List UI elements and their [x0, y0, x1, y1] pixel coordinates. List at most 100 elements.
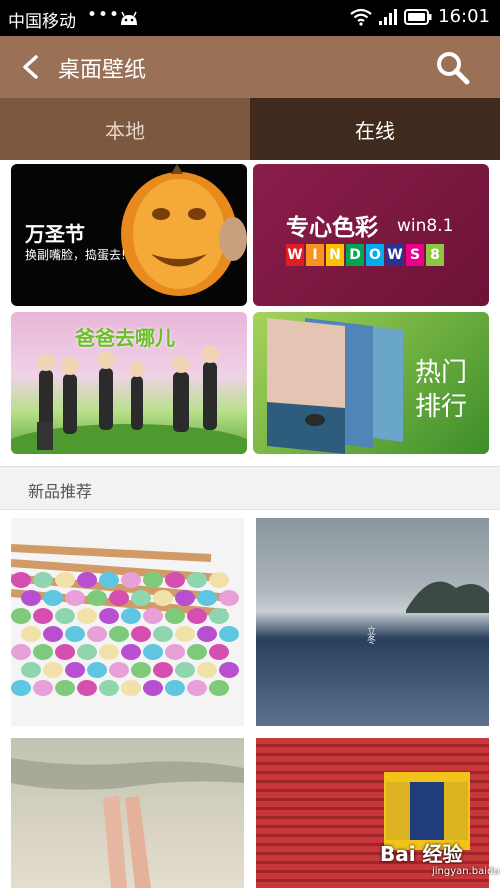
match-head [131, 626, 151, 642]
match-head [43, 662, 63, 678]
match-head [55, 608, 75, 624]
status-icons: 16:01 [350, 6, 490, 27]
match-head [43, 626, 63, 642]
match-head [187, 572, 207, 588]
android-icon [121, 11, 137, 25]
match-head [143, 680, 163, 696]
match-head [121, 680, 141, 696]
cell-signal-icon [379, 8, 398, 25]
match-head [55, 680, 75, 696]
match-head [165, 572, 185, 588]
winter-landscape [406, 581, 489, 613]
match-head [209, 572, 229, 588]
match-head [219, 590, 239, 606]
hot-line1: 热门 [415, 358, 468, 388]
tab-online[interactable]: 在线 [250, 98, 500, 160]
section-divider [0, 456, 500, 466]
match-head [165, 644, 185, 660]
match-head [153, 662, 173, 678]
windows-letter-row: WINDOWS8 [286, 244, 444, 266]
match-head [99, 572, 119, 588]
match-head [187, 644, 207, 660]
wallpaper-water[interactable] [11, 738, 244, 888]
match-head [21, 626, 41, 642]
match-head [11, 608, 31, 624]
match-head [197, 662, 217, 678]
match-head [197, 590, 217, 606]
match-head [209, 680, 229, 696]
wallpaper-winter[interactable]: 立冬 [256, 518, 489, 726]
windows-letter-tile: I [306, 244, 324, 266]
carrier-label: 中国移动 [8, 12, 76, 32]
banner-dad[interactable]: 爸爸去哪儿 [11, 312, 247, 454]
match-head [33, 572, 53, 588]
windows-letter-tile: N [326, 244, 344, 266]
halloween-subtitle: 换副嘴脸，捣蛋去! [25, 248, 126, 262]
section-title: 新品推荐 [28, 482, 93, 501]
match-head [65, 662, 85, 678]
banner-hot[interactable]: 热门 排行 [253, 312, 489, 454]
match-head [187, 608, 207, 624]
match-head [197, 626, 217, 642]
search-icon[interactable] [434, 49, 472, 87]
wallpaper-matches[interactable] [11, 518, 244, 726]
clock: 16:01 [438, 6, 490, 27]
match-head [131, 590, 151, 606]
match-head [165, 680, 185, 696]
match-head [187, 680, 207, 696]
match-head [77, 572, 97, 588]
tab-local[interactable]: 本地 [0, 98, 250, 160]
water-legs-image [11, 758, 244, 888]
match-head [121, 608, 141, 624]
match-head [65, 626, 85, 642]
page-title: 桌面壁纸 [58, 58, 147, 83]
baidu-watermark-url: jingyan.baidu.com [432, 866, 500, 877]
match-head [131, 662, 151, 678]
match-head [99, 608, 119, 624]
match-head [109, 590, 129, 606]
match-head [165, 608, 185, 624]
match-head [109, 626, 129, 642]
match-head [209, 644, 229, 660]
match-head [11, 680, 31, 696]
match-head [153, 590, 173, 606]
match-head [21, 662, 41, 678]
section-header: 新品推荐 [0, 466, 500, 510]
match-head [87, 626, 107, 642]
match-head [11, 644, 31, 660]
match-head [175, 626, 195, 642]
back-arrow-icon[interactable] [20, 54, 40, 80]
match-head [55, 644, 75, 660]
match-head [219, 626, 239, 642]
winter-caption: 立冬 [365, 626, 375, 644]
match-head [143, 572, 163, 588]
match-head [77, 608, 97, 624]
match-head [43, 590, 63, 606]
match-head [153, 626, 173, 642]
windows-letter-tile: 8 [426, 244, 444, 266]
matches-image [11, 544, 239, 696]
match-head [175, 662, 195, 678]
match-head [143, 608, 163, 624]
match-head [99, 680, 119, 696]
wifi-icon [350, 8, 372, 26]
match-head [77, 644, 97, 660]
match-head [121, 644, 141, 660]
banner-halloween[interactable]: 万圣节 换副嘴脸，捣蛋去! [11, 164, 247, 306]
hot-line2: 排行 [415, 392, 468, 422]
baidu-watermark: Bai 经验 [380, 842, 463, 866]
match-head [33, 680, 53, 696]
match-head [175, 590, 195, 606]
banner-colors[interactable]: 专心色彩 win8.1 WINDOWS8 [253, 164, 489, 306]
halloween-title: 万圣节 [25, 222, 85, 246]
match-head [99, 644, 119, 660]
match-head [143, 644, 163, 660]
match-head [121, 572, 141, 588]
match-head [33, 644, 53, 660]
match-head [65, 590, 85, 606]
match-head [209, 608, 229, 624]
match-head [219, 662, 239, 678]
colors-version: win8.1 [397, 216, 454, 236]
match-head [87, 590, 107, 606]
colors-title: 专心色彩 [286, 215, 378, 241]
